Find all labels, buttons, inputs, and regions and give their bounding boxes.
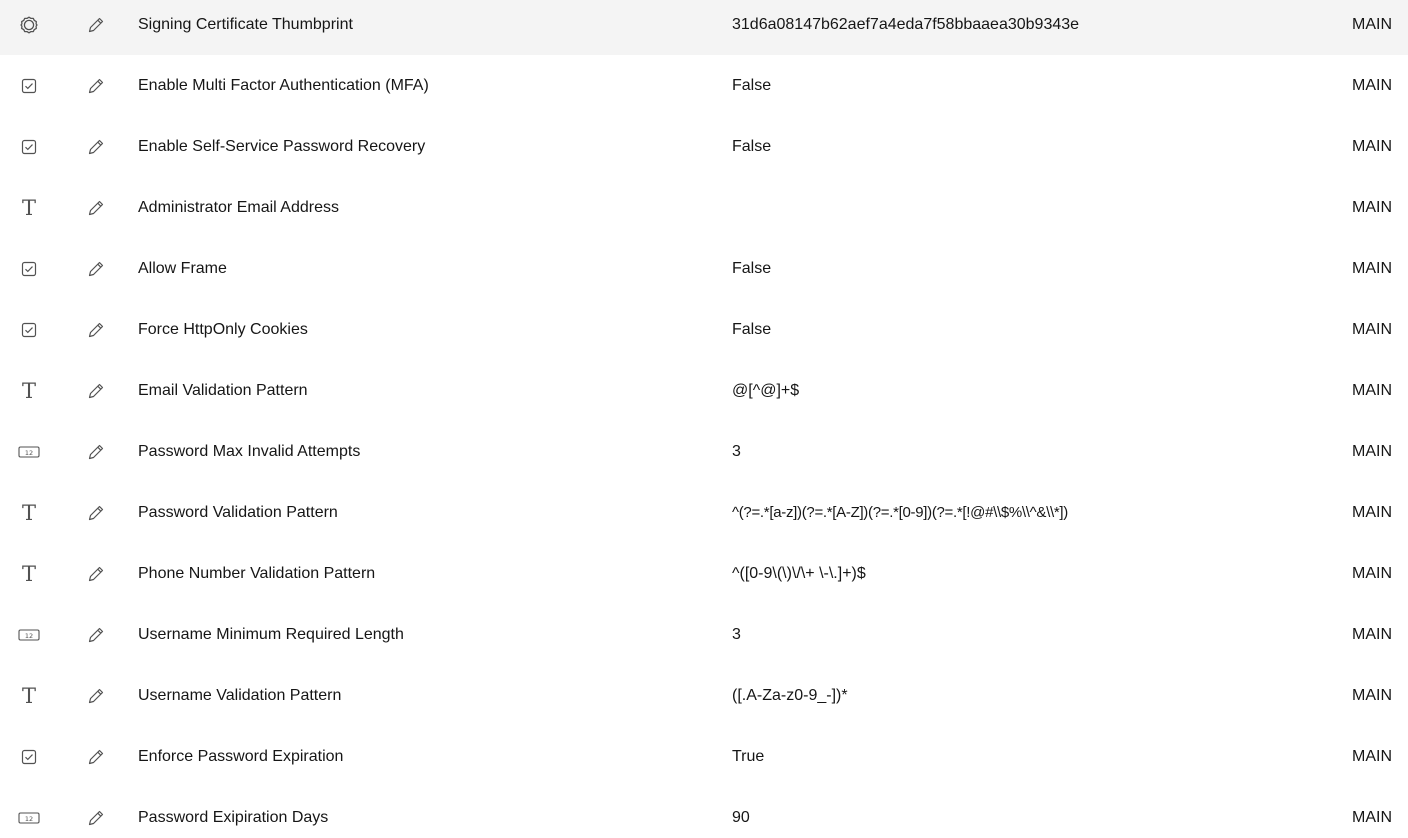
edit-pencil-icon[interactable] <box>84 623 108 647</box>
edit-pencil-icon[interactable] <box>84 257 108 281</box>
settings-row-password-max-invalid-attempts[interactable]: 12 Password Max Invalid Attempts 3 MAIN <box>0 421 1408 482</box>
setting-value: 90 <box>732 808 750 826</box>
setting-value: False <box>732 259 772 277</box>
setting-name: Enable Multi Factor Authentication (MFA) <box>138 76 429 94</box>
settings-row-password-validation-pattern[interactable]: T Password Validation Pattern ^(?=.*[a-z… <box>0 482 1408 543</box>
checkbox-icon <box>18 136 40 158</box>
settings-row-enable-self-service-password-recovery[interactable]: Enable Self-Service Password Recovery Fa… <box>0 116 1408 177</box>
setting-name: Password Exipiration Days <box>138 808 329 826</box>
edit-pencil-icon[interactable] <box>84 562 108 586</box>
setting-name: Enable Self-Service Password Recovery <box>138 137 426 155</box>
setting-name: Password Validation Pattern <box>138 503 338 521</box>
setting-scope: MAIN <box>1352 320 1392 338</box>
edit-pencil-icon[interactable] <box>84 74 108 98</box>
settings-row-administrator-email-address[interactable]: T Administrator Email Address MAIN <box>0 177 1408 238</box>
number-icon: 12 <box>18 807 40 829</box>
setting-scope: MAIN <box>1352 625 1392 643</box>
gear-icon <box>18 14 40 36</box>
settings-row-email-validation-pattern[interactable]: T Email Validation Pattern @[^@]+$ MAIN <box>0 360 1408 421</box>
setting-scope: MAIN <box>1352 747 1392 765</box>
settings-row-enforce-password-expiration[interactable]: Enforce Password Expiration True MAIN <box>0 726 1408 787</box>
settings-row-password-expiration-days[interactable]: 12 Password Exipiration Days 90 MAIN <box>0 787 1408 838</box>
settings-row-enable-mfa[interactable]: Enable Multi Factor Authentication (MFA)… <box>0 55 1408 116</box>
setting-name: Signing Certificate Thumbprint <box>138 15 353 33</box>
setting-scope: MAIN <box>1352 808 1392 826</box>
setting-scope: MAIN <box>1352 137 1392 155</box>
setting-scope: MAIN <box>1352 259 1392 277</box>
setting-value: @[^@]+$ <box>732 381 800 399</box>
setting-value: ^(?=.*[a-z])(?=.*[A-Z])(?=.*[0-9])(?=.*[… <box>732 503 1068 521</box>
edit-pencil-icon[interactable] <box>84 135 108 159</box>
text-icon: T <box>21 195 36 220</box>
edit-pencil-icon[interactable] <box>84 684 108 708</box>
setting-value: False <box>732 137 772 155</box>
setting-scope: MAIN <box>1352 381 1392 399</box>
setting-value: False <box>732 320 772 338</box>
edit-pencil-icon[interactable] <box>84 318 108 342</box>
setting-value: 3 <box>732 442 741 460</box>
checkbox-icon <box>18 746 40 768</box>
setting-value: ([.A-Za-z0-9_-])* <box>732 686 848 704</box>
setting-name: Username Minimum Required Length <box>138 625 404 643</box>
text-icon: T <box>21 378 36 403</box>
checkbox-icon <box>18 75 40 97</box>
setting-name: Force HttpOnly Cookies <box>138 320 308 338</box>
edit-pencil-icon[interactable] <box>84 745 108 769</box>
setting-scope: MAIN <box>1352 15 1392 33</box>
setting-value: 3 <box>732 625 741 643</box>
settings-row-allow-frame[interactable]: Allow Frame False MAIN <box>0 238 1408 299</box>
svg-text:12: 12 <box>25 814 33 822</box>
setting-name: Allow Frame <box>138 259 227 277</box>
setting-value: ^([0-9\(\)\/\+ \-\.]+)$ <box>732 564 866 582</box>
edit-pencil-icon[interactable] <box>84 196 108 220</box>
svg-text:12: 12 <box>25 631 33 639</box>
number-icon: 12 <box>18 441 40 463</box>
setting-name: Administrator Email Address <box>138 198 339 216</box>
svg-text:12: 12 <box>25 448 33 456</box>
setting-name: Password Max Invalid Attempts <box>138 442 361 460</box>
setting-scope: MAIN <box>1352 76 1392 94</box>
setting-scope: MAIN <box>1352 564 1392 582</box>
text-icon: T <box>21 561 36 586</box>
setting-scope: MAIN <box>1352 686 1392 704</box>
settings-row-username-validation-pattern[interactable]: T Username Validation Pattern ([.A-Za-z0… <box>0 665 1408 726</box>
settings-row-phone-number-validation-pattern[interactable]: T Phone Number Validation Pattern ^([0-9… <box>0 543 1408 604</box>
settings-row-force-httponly-cookies[interactable]: Force HttpOnly Cookies False MAIN <box>0 299 1408 360</box>
checkbox-icon <box>18 319 40 341</box>
setting-scope: MAIN <box>1352 198 1392 216</box>
setting-value: 31d6a08147b62aef7a4eda7f58bbaaea30b9343e <box>732 15 1080 33</box>
edit-pencil-icon[interactable] <box>84 806 108 830</box>
setting-name: Phone Number Validation Pattern <box>138 564 376 582</box>
text-icon: T <box>21 683 36 708</box>
setting-name: Enforce Password Expiration <box>138 747 344 765</box>
setting-name: Username Validation Pattern <box>138 686 342 704</box>
settings-row-username-minimum-required-length[interactable]: 12 Username Minimum Required Length 3 MA… <box>0 604 1408 665</box>
edit-pencil-icon[interactable] <box>84 440 108 464</box>
setting-name: Email Validation Pattern <box>138 381 308 399</box>
text-icon: T <box>21 500 36 525</box>
edit-pencil-icon[interactable] <box>84 13 108 37</box>
setting-value: False <box>732 76 772 94</box>
settings-row-signing-certificate-thumbprint[interactable]: Signing Certificate Thumbprint 31d6a0814… <box>0 0 1408 55</box>
setting-scope: MAIN <box>1352 442 1392 460</box>
settings-list: Signing Certificate Thumbprint 31d6a0814… <box>0 0 1408 838</box>
setting-value: True <box>732 747 765 765</box>
setting-scope: MAIN <box>1352 503 1392 521</box>
checkbox-icon <box>18 258 40 280</box>
number-icon: 12 <box>18 624 40 646</box>
edit-pencil-icon[interactable] <box>84 379 108 403</box>
edit-pencil-icon[interactable] <box>84 501 108 525</box>
